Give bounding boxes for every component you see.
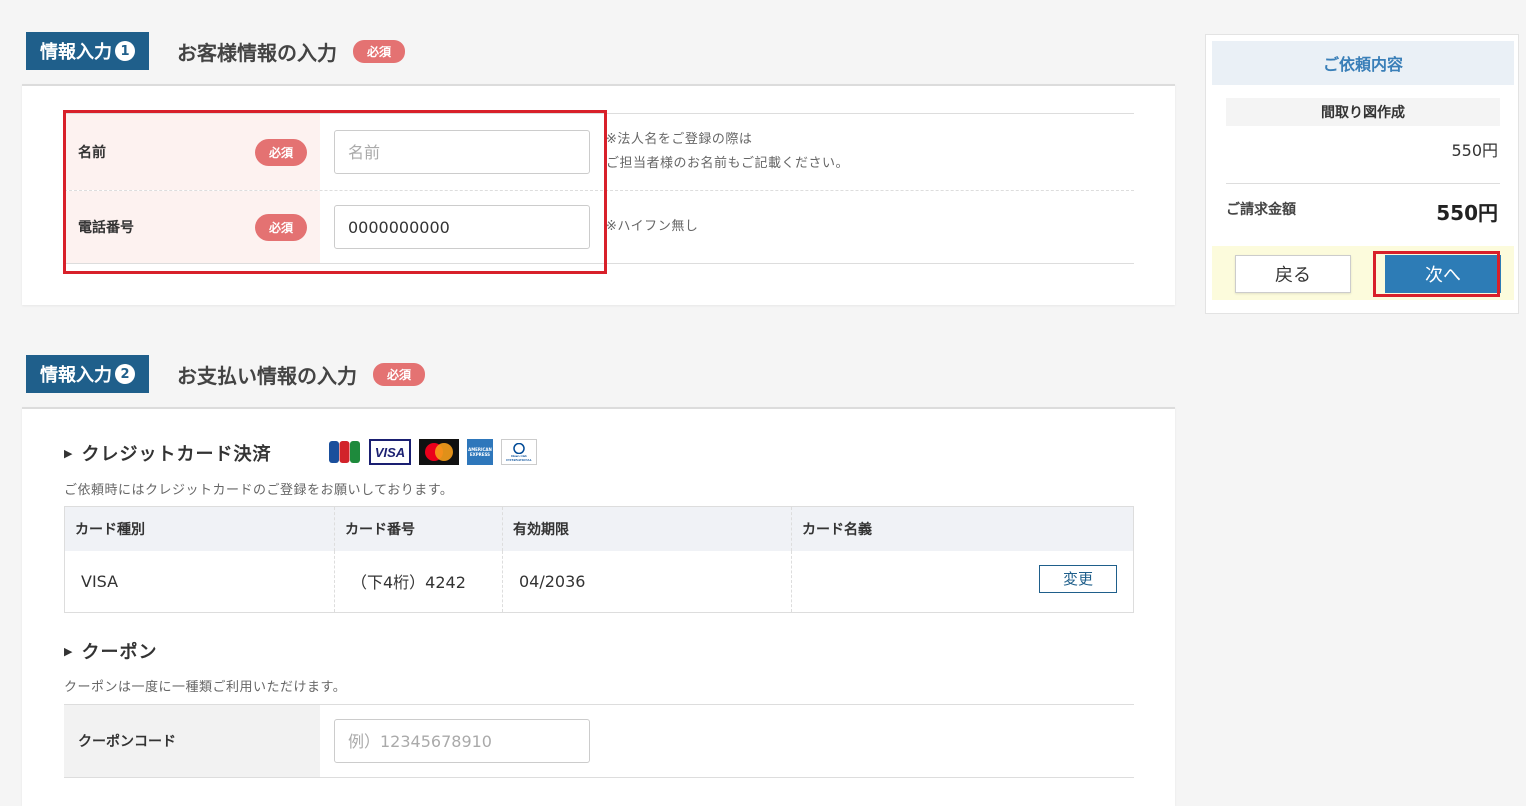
card-expiry-cell: 04/2036 [502, 550, 792, 613]
amex-logo-text: AMERICAN EXPRESS [468, 447, 492, 457]
coupon-label: クーポンコード [78, 734, 176, 750]
card-number-cell: （下4桁）4242 [334, 550, 503, 613]
coupon-row: クーポンコード [64, 705, 1134, 777]
visa-logo: VISA [369, 439, 411, 465]
order-summary-title: ご依頼内容 [1212, 41, 1514, 85]
phone-input-cell [320, 191, 606, 263]
table-row: VISA （下4桁）4242 04/2036 変更 [64, 550, 1134, 613]
name-input[interactable] [334, 130, 590, 174]
section1-tag: 情報入力 1 [26, 32, 149, 70]
required-badge: 必須 [254, 213, 307, 241]
phone-label: 電話番号 [78, 220, 134, 236]
section2-title: お支払い情報の入力 [177, 363, 357, 388]
phone-label-cell: 電話番号 必須 [64, 191, 320, 263]
column-header-card-number: カード番号 [334, 506, 503, 551]
card-holder-cell: 変更 [792, 551, 1134, 613]
name-row: 名前 必須 ※法人名をご登録の際は ご担当者様のお名前もご記載ください。 [64, 114, 1134, 190]
triangle-right-icon: ▶ [64, 644, 74, 658]
coupon-description: クーポンは一度に一種類ご利用いただけます。 [64, 680, 347, 695]
credit-card-description: ご依頼時にはクレジットカードのご登録をお願いしております。 [64, 483, 454, 498]
phone-note-line1: ※ハイフン無し [606, 219, 699, 234]
phone-input[interactable] [334, 205, 590, 249]
mastercard-logo [419, 439, 459, 465]
name-label-cell: 名前 必須 [64, 114, 320, 190]
name-input-cell [320, 114, 606, 190]
coupon-heading-text: クーポン [81, 642, 158, 663]
card-brand-logos: VISA AMERICAN EXPRESS Diners Club INTERN… [328, 439, 537, 465]
column-header-holder: カード名義 [791, 506, 1134, 551]
divider [64, 263, 1134, 264]
name-label: 名前 [78, 145, 106, 161]
column-header-card-type: カード種別 [64, 506, 335, 551]
diners-logo-text: Diners Club INTERNATIONAL [506, 453, 532, 462]
diners-logo: Diners Club INTERNATIONAL [501, 439, 537, 465]
column-header-expiry: 有効期限 [502, 506, 792, 551]
coupon-label-cell: クーポンコード [64, 705, 320, 777]
triangle-right-icon: ▶ [64, 446, 74, 460]
visa-logo-text: VISA [374, 444, 406, 460]
next-button[interactable]: 次へ [1385, 255, 1501, 293]
total-amount: 550円 [1436, 201, 1498, 225]
required-badge: 必須 [254, 138, 307, 166]
order-summary-sidebar: ご依頼内容 間取り図作成 550円 ご請求金額 550円 戻る 次へ [1205, 34, 1519, 314]
divider [1226, 183, 1500, 184]
amex-logo: AMERICAN EXPRESS [467, 439, 493, 465]
card-type-cell: VISA [64, 550, 335, 613]
coupon-input-cell [320, 705, 606, 777]
section1-header: 情報入力 1 お客様情報の入力 必須 [26, 32, 406, 70]
phone-note: ※ハイフン無し [606, 191, 698, 263]
back-button[interactable]: 戻る [1235, 255, 1351, 293]
divider [64, 777, 1134, 778]
section2-tag: 情報入力 2 [26, 355, 149, 393]
phone-row: 電話番号 必須 ※ハイフン無し [64, 191, 1134, 263]
section1-required-badge: 必須 [353, 39, 406, 63]
section1-step-number: 1 [115, 41, 135, 61]
jcb-logo [328, 439, 361, 465]
credit-card-heading-text: クレジットカード決済 [81, 444, 272, 465]
section2-required-badge: 必須 [373, 362, 426, 386]
order-item-price: 550円 [1451, 141, 1498, 160]
credit-card-table: カード種別 カード番号 有効期限 カード名義 VISA （下4桁）4242 04… [64, 506, 1134, 613]
section2-header: 情報入力 2 お支払い情報の入力 必須 [26, 355, 426, 393]
section1-title: お客様情報の入力 [177, 40, 337, 65]
sidebar-button-area: 戻る 次へ [1212, 246, 1514, 300]
section2-tag-label: 情報入力 [40, 365, 112, 386]
change-card-button[interactable]: 変更 [1039, 564, 1117, 593]
section2-step-number: 2 [115, 364, 135, 384]
coupon-code-input[interactable] [334, 719, 590, 763]
total-label: ご請求金額 [1226, 202, 1296, 218]
name-note: ※法人名をご登録の際は ご担当者様のお名前もご記載ください。 [606, 114, 849, 190]
credit-card-heading: ▶ クレジットカード決済 [64, 440, 271, 466]
coupon-heading: ▶ クーポン [64, 638, 157, 664]
name-note-line1: ※法人名をご登録の際は [606, 132, 753, 147]
order-item-name: 間取り図作成 [1226, 98, 1500, 126]
table-header-row: カード種別 カード番号 有効期限 カード名義 [64, 506, 1134, 551]
name-note-line2: ご担当者様のお名前もご記載ください。 [606, 156, 850, 171]
section1-tag-label: 情報入力 [40, 42, 112, 63]
